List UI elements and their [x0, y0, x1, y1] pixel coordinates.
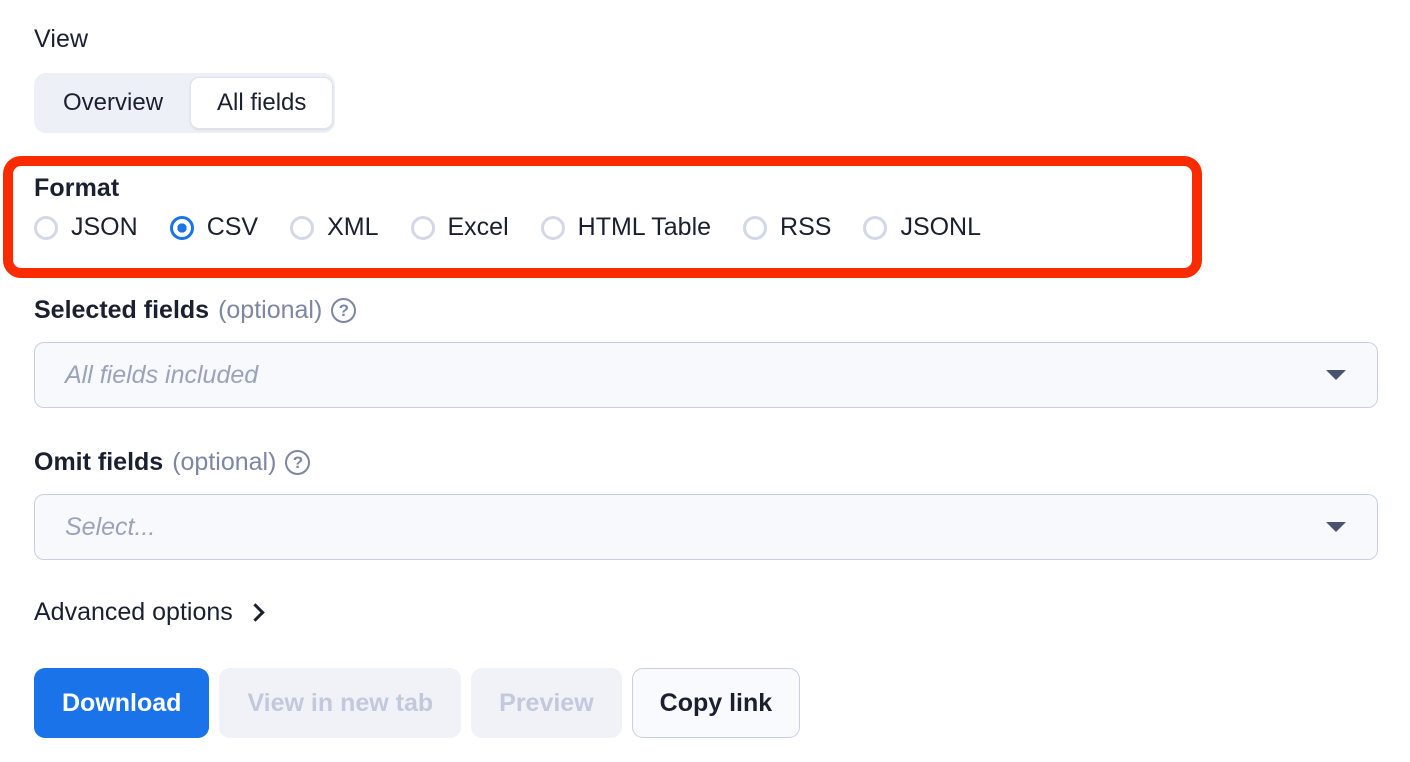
format-radio-group[interactable]: JSON CSV XML Excel HTML Table RSS JSONL: [34, 215, 981, 240]
view-segmented-control[interactable]: Overview All fields: [34, 73, 336, 133]
radio-icon-json[interactable]: [34, 215, 58, 240]
export-options-panel: View Overview All fields Format JSON CSV…: [0, 0, 1410, 762]
format-option-xml[interactable]: XML: [290, 213, 379, 241]
format-option-jsonl-label: JSONL: [900, 213, 982, 241]
format-option-json[interactable]: JSON: [34, 215, 138, 240]
omit-fields-placeholder: Select...: [65, 512, 156, 541]
format-option-excel-label: Excel: [447, 213, 509, 241]
format-option-rss-label: RSS: [780, 213, 832, 241]
radio-icon-xml[interactable]: [290, 215, 315, 240]
preview-button[interactable]: Preview: [471, 668, 622, 738]
omit-fields-optional-label: (optional): [172, 448, 277, 476]
radio-icon-excel[interactable]: [410, 215, 435, 240]
radio-icon-csv-selected[interactable]: [169, 215, 194, 240]
format-option-xml-label: XML: [327, 213, 379, 241]
format-option-json-label: JSON: [71, 213, 138, 241]
view-in-new-tab-button[interactable]: View in new tab: [219, 668, 462, 738]
format-option-html-table-label: HTML Table: [577, 213, 712, 241]
selected-fields-optional-label: (optional): [218, 296, 323, 324]
selected-fields-label: Selected fields: [34, 296, 210, 324]
radio-icon-jsonl[interactable]: [863, 215, 888, 240]
help-circle-icon[interactable]: ?: [285, 450, 311, 475]
chevron-down-icon[interactable]: [1326, 370, 1346, 380]
download-button[interactable]: Download: [34, 668, 210, 738]
format-option-jsonl[interactable]: JSONL: [863, 215, 981, 240]
selected-fields-select[interactable]: All fields included: [34, 342, 1378, 408]
chevron-right-icon[interactable]: [246, 602, 265, 622]
advanced-options-toggle[interactable]: Advanced options: [34, 598, 265, 626]
help-circle-icon[interactable]: ?: [331, 298, 357, 323]
omit-fields-select[interactable]: Select...: [34, 494, 1378, 560]
format-option-excel[interactable]: Excel: [410, 213, 509, 241]
view-option-overview[interactable]: Overview: [36, 77, 190, 129]
radio-icon-html-table[interactable]: [540, 215, 565, 240]
advanced-options-label: Advanced options: [34, 598, 233, 626]
format-option-csv-label: CSV: [206, 213, 259, 241]
format-option-html-table[interactable]: HTML Table: [540, 213, 712, 241]
format-section-label: Format: [34, 174, 120, 202]
action-button-row: Download View in new tab Preview Copy li…: [34, 668, 801, 738]
copy-link-button[interactable]: Copy link: [631, 668, 801, 738]
selected-fields-label-row: Selected fields (optional) ?: [34, 296, 357, 324]
omit-fields-label: Omit fields: [34, 448, 164, 476]
format-option-csv[interactable]: CSV: [169, 213, 259, 241]
selected-fields-placeholder: All fields included: [65, 360, 259, 389]
format-section: Format JSON CSV XML Excel HTML Table RSS…: [34, 176, 981, 240]
format-option-rss[interactable]: RSS: [743, 215, 831, 240]
view-option-all-fields[interactable]: All fields: [190, 77, 334, 129]
radio-icon-rss[interactable]: [743, 215, 768, 240]
chevron-down-icon[interactable]: [1326, 522, 1346, 532]
view-section-label: View: [34, 25, 89, 53]
omit-fields-label-row: Omit fields (optional) ?: [34, 448, 311, 476]
